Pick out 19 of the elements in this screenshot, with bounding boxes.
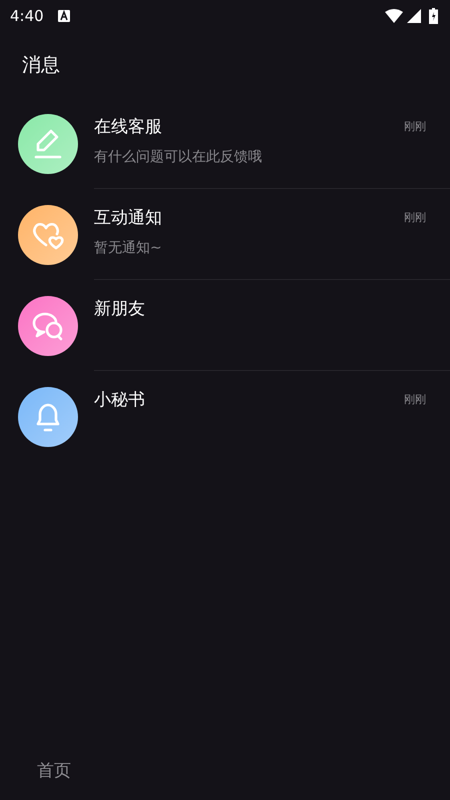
- message-title[interactable]: 新朋友: [94, 297, 450, 320]
- status-time: 4:40: [10, 7, 44, 25]
- signal-icon: [407, 9, 421, 23]
- message-title[interactable]: 互动通知: [94, 206, 404, 229]
- message-preview: 暂无通知~: [94, 239, 163, 257]
- message-preview: 有什么问题可以在此反馈哦: [94, 148, 263, 166]
- notification-icon: [58, 10, 70, 22]
- message-time: 刚刚: [404, 210, 426, 226]
- message-title[interactable]: 在线客服: [94, 115, 404, 138]
- message-time: 刚刚: [404, 392, 426, 408]
- page-title: 消息: [22, 53, 61, 78]
- battery-icon: [429, 8, 438, 24]
- nav-tab[interactable]: 首页: [37, 758, 71, 782]
- wifi-icon: [385, 9, 403, 23]
- message-title[interactable]: 小秘书: [94, 388, 404, 411]
- bell-icon: [34, 400, 62, 432]
- message-time: 刚刚: [404, 119, 426, 135]
- pencil-icon: [33, 128, 63, 160]
- chat-bubbles-icon: [31, 310, 65, 340]
